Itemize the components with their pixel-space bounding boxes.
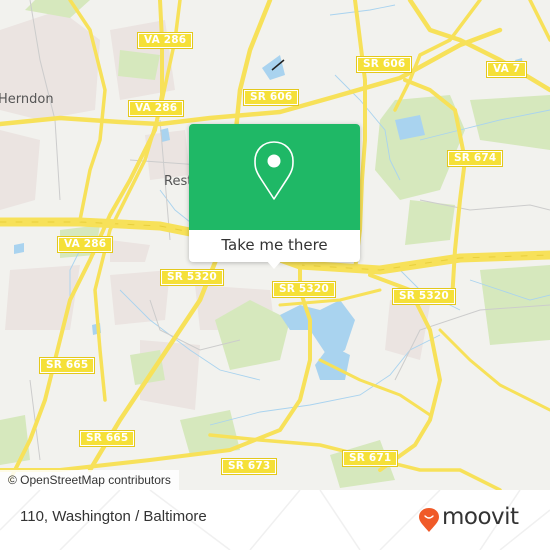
take-me-there-button[interactable]: Take me there	[189, 230, 360, 262]
road-shield-sr665: SR 665	[38, 357, 96, 374]
road-shield-sr5320: SR 5320	[392, 288, 456, 305]
road-shield-sr673: SR 673	[220, 458, 278, 475]
road-shield-sr665: SR 665	[78, 430, 136, 447]
location-popup: Take me there	[189, 124, 360, 269]
map-view[interactable]: Herndon Rest VA 286 VA 286 VA 286 SR 606…	[0, 0, 550, 490]
popup-header	[189, 124, 360, 230]
popup-pointer	[266, 260, 282, 269]
map-attribution[interactable]: © OpenStreetMap contributors	[0, 470, 179, 490]
location-title: 110, Washington / Baltimore	[20, 508, 207, 525]
road-shield-sr5320: SR 5320	[272, 281, 336, 298]
road-shield-va286: VA 286	[127, 100, 185, 117]
road-shield-sr606: SR 606	[355, 56, 413, 73]
place-label-herndon: Herndon	[0, 92, 54, 107]
road-shield-sr671: SR 671	[341, 450, 399, 467]
map-pin-icon	[254, 141, 294, 200]
road-shield-va286: VA 286	[56, 236, 114, 253]
moovit-wordmark: moovit	[442, 504, 519, 530]
road-shield-sr674: SR 674	[446, 150, 504, 167]
road-shield-sr606: SR 606	[242, 89, 300, 106]
road-shield-va286: VA 286	[136, 32, 194, 49]
road-shield-sr5320: SR 5320	[160, 269, 224, 286]
moovit-pin-icon	[419, 508, 439, 532]
footer-bar: 110, Washington / Baltimore moovit	[0, 490, 550, 550]
road-shield-va7: VA 7	[485, 61, 528, 78]
